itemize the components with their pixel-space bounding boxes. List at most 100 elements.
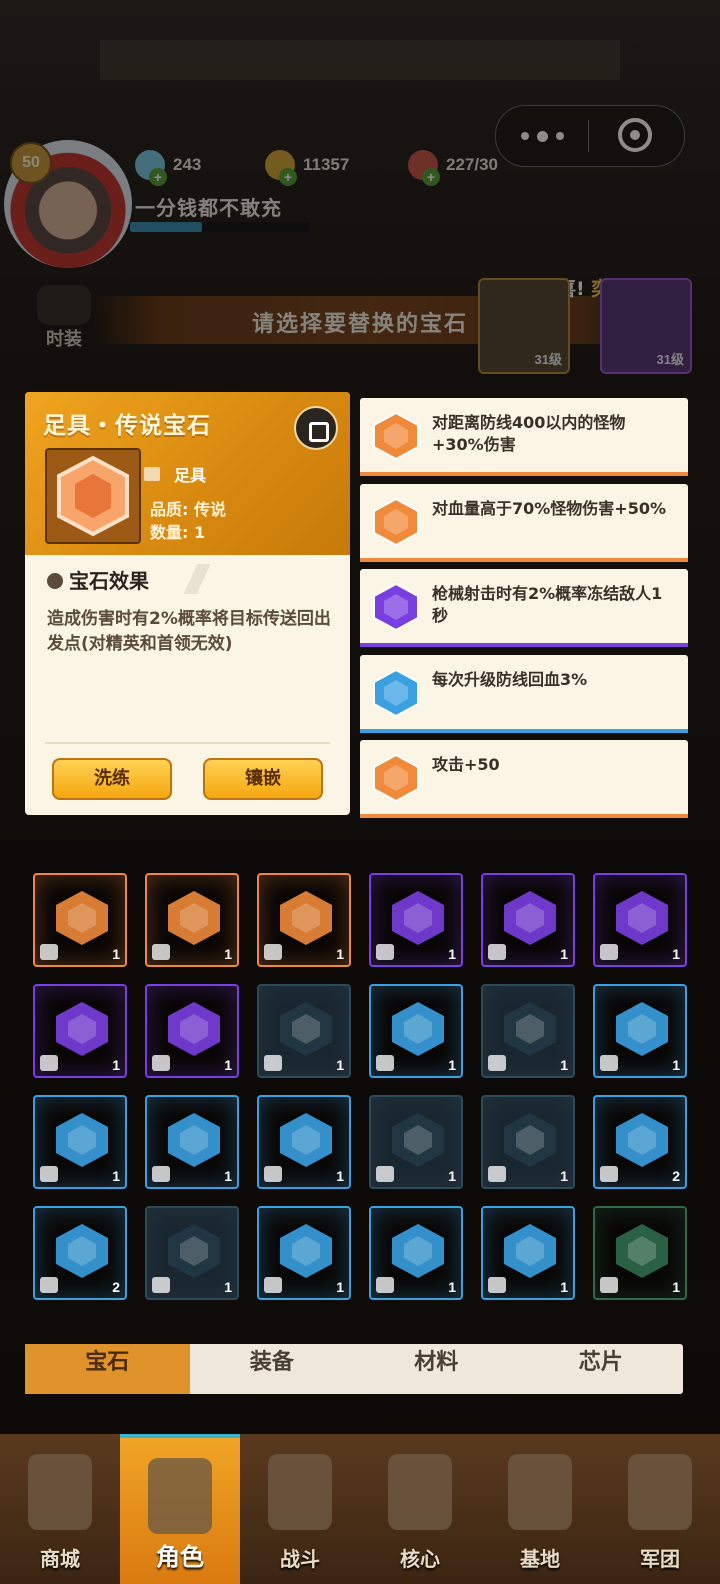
inventory-tabs: 宝石 装备 材料 芯片 — [25, 1344, 683, 1394]
rarity-edge — [360, 643, 688, 647]
blue-gem-icon — [51, 1109, 113, 1171]
item-count: 1 — [112, 1057, 120, 1073]
item-count: 1 — [560, 946, 568, 962]
inventory-gem-slot[interactable]: 1 — [33, 873, 127, 967]
nav-item-3[interactable]: 战斗 — [240, 1434, 360, 1584]
gem-option-text: 枪械射击时有2%概率冻结敌人1秒 — [432, 584, 663, 625]
item-count: 1 — [336, 1057, 344, 1073]
tab-1[interactable]: 宝石 — [25, 1344, 190, 1394]
inventory-gem-slot[interactable]: 1 — [145, 984, 239, 1078]
inventory-gem-slot[interactable]: 1 — [481, 873, 575, 967]
boots-icon — [144, 467, 160, 481]
helmet-icon — [264, 1055, 282, 1071]
gem-option-text: 对血量高于70%怪物伤害+50% — [432, 499, 667, 518]
item-count: 1 — [672, 1279, 680, 1295]
blue-gem-icon — [387, 1220, 449, 1282]
orange-gem-icon — [51, 887, 113, 949]
glove-icon — [600, 944, 618, 960]
gem-option-1[interactable]: 对距离防线400以内的怪物+30%伤害 — [360, 398, 688, 476]
inventory-gem-slot[interactable]: 1 — [369, 873, 463, 967]
inventory-gem-slot[interactable]: 1 — [593, 1206, 687, 1300]
purple-gem-icon — [611, 887, 673, 949]
inlay-button[interactable]: 镶嵌 — [203, 758, 323, 800]
item-count: 1 — [112, 946, 120, 962]
effect-heading-text: 宝石效果 — [69, 569, 149, 593]
inventory-gem-slot[interactable]: 1 — [145, 873, 239, 967]
inventory-gem-slot[interactable]: 1 — [33, 984, 127, 1078]
nav-label: 基地 — [520, 1547, 560, 1571]
inventory-gem-slot[interactable]: 1 — [145, 1206, 239, 1300]
inventory-gem-slot[interactable]: 1 — [369, 1206, 463, 1300]
purple-gem-icon — [51, 998, 113, 1060]
item-count: 1 — [672, 1057, 680, 1073]
item-count: 1 — [448, 1279, 456, 1295]
inventory-gem-slot[interactable]: 1 — [257, 1206, 351, 1300]
gem-option-5[interactable]: 攻击+50 — [360, 740, 688, 818]
item-count: 1 — [224, 1279, 232, 1295]
character-icon — [148, 1458, 212, 1534]
nav-item-5[interactable]: 基地 — [480, 1434, 600, 1584]
pants-icon — [264, 944, 282, 960]
inventory-gem-slot[interactable]: 1 — [481, 1095, 575, 1189]
armor-icon — [376, 1055, 394, 1071]
nav-label: 战斗 — [280, 1547, 320, 1571]
inventory-gem-slot[interactable]: 2 — [593, 1095, 687, 1189]
nav-item-2[interactable]: 角色 — [120, 1434, 240, 1584]
item-count: 1 — [448, 1057, 456, 1073]
gem-option-3[interactable]: 枪械射击时有2%概率冻结敌人1秒 — [360, 569, 688, 647]
item-count: 1 — [448, 1168, 456, 1184]
inventory-gem-slot[interactable]: 1 — [257, 984, 351, 1078]
purple-gem-icon — [163, 998, 225, 1060]
tab-3[interactable]: 材料 — [354, 1344, 519, 1394]
purple-gem-icon — [370, 581, 422, 633]
inventory-gem-slot[interactable]: 1 — [257, 873, 351, 967]
inventory-gem-slot[interactable]: 2 — [33, 1206, 127, 1300]
item-count: 1 — [336, 946, 344, 962]
tab-4[interactable]: 芯片 — [519, 1344, 684, 1394]
gem-option-4[interactable]: 每次升级防线回血3% — [360, 655, 688, 733]
item-count: 1 — [336, 1168, 344, 1184]
inventory-gem-slot[interactable]: 1 — [481, 984, 575, 1078]
armor-icon — [40, 1166, 58, 1182]
armor-icon — [488, 1055, 506, 1071]
inventory-gem-slot[interactable]: 1 — [369, 1095, 463, 1189]
inventory-gem-slot[interactable]: 1 — [33, 1095, 127, 1189]
inventory-gem-slot[interactable]: 1 — [593, 984, 687, 1078]
blue-gem-icon — [51, 1220, 113, 1282]
nav-label: 军团 — [640, 1547, 680, 1571]
core-icon — [388, 1454, 452, 1530]
purple-gem-icon — [499, 887, 561, 949]
inventory-gem-slot[interactable]: 1 — [369, 984, 463, 1078]
gem-detail-header: 足具・传说宝石 足具 品质: 传说 数量: 1 — [25, 392, 350, 555]
orange-gem-icon — [370, 496, 422, 548]
helmet-icon — [600, 1277, 618, 1293]
dark-gem-icon — [275, 998, 337, 1060]
item-count: 1 — [448, 946, 456, 962]
inventory-gem-slot[interactable]: 1 — [145, 1095, 239, 1189]
nav-label: 商城 — [40, 1547, 80, 1571]
divider — [45, 742, 330, 744]
glove-icon — [152, 944, 170, 960]
inventory-gem-slot[interactable]: 1 — [593, 873, 687, 967]
slot-type: 足具 — [144, 462, 206, 486]
item-count: 1 — [112, 1168, 120, 1184]
blue-gem-icon — [611, 998, 673, 1060]
inventory-gem-slot[interactable]: 1 — [257, 1095, 351, 1189]
refine-button[interactable]: 洗练 — [52, 758, 172, 800]
purple-gem-icon — [387, 887, 449, 949]
nav-item-6[interactable]: 军团 — [600, 1434, 720, 1584]
base-icon — [508, 1454, 572, 1530]
tab-2[interactable]: 装备 — [190, 1344, 355, 1394]
gem-option-2[interactable]: 对血量高于70%怪物伤害+50% — [360, 484, 688, 562]
nav-item-4[interactable]: 核心 — [360, 1434, 480, 1584]
gem-detail-card: 足具・传说宝石 足具 品质: 传说 数量: 1 宝石效果 造成伤害时有2%概率将… — [25, 392, 350, 815]
item-count: 1 — [560, 1279, 568, 1295]
lock-button[interactable] — [294, 406, 338, 450]
green-gem-icon — [611, 1220, 673, 1282]
nav-item-1[interactable]: 商城 — [0, 1434, 120, 1584]
inventory-gem-slot[interactable]: 1 — [481, 1206, 575, 1300]
rarity-edge — [360, 472, 688, 476]
item-count: 1 — [224, 1168, 232, 1184]
effect-icon — [47, 573, 63, 589]
glove-icon — [376, 1277, 394, 1293]
